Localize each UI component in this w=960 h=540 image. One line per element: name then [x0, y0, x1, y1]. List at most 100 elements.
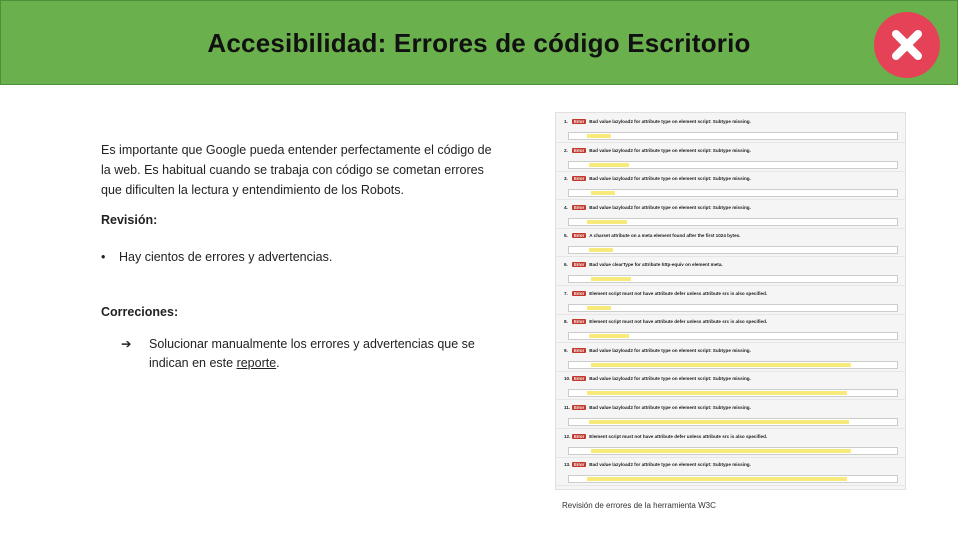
validator-code-extract: [568, 275, 898, 283]
validator-entry-message: 5. Error A charset attribute on a meta ele…: [564, 233, 741, 239]
validator-entry: 11. Error Bad value lazyload2 for attribut…: [556, 405, 905, 431]
validator-code-extract: [568, 389, 898, 398]
arrow-right-icon: ➔: [121, 337, 132, 351]
validator-entry-number: 1.: [564, 119, 568, 124]
validator-code-extract: [568, 217, 898, 226]
validator-code-highlight: [587, 391, 847, 396]
revision-bullet: • Hay cientos de errores y advertencias.: [101, 250, 332, 264]
validator-code-extract: [568, 189, 898, 198]
validator-entry-text: Bad value lazyload2 for attribute type o…: [589, 204, 751, 210]
validator-entry-divider: [556, 485, 905, 487]
validator-code-highlight: [591, 191, 615, 196]
error-badge: Error: [572, 204, 587, 210]
validator-entry-divider: [556, 285, 905, 286]
error-badge: Error: [572, 347, 587, 353]
validator-entry-text: Element script must not have attribute d…: [589, 319, 768, 325]
w3c-validator-screenshot: 1. Error Bad value lazyload2 for attribute…: [555, 112, 906, 490]
validator-entry: 8. Error Element script must not have attr…: [556, 319, 905, 345]
revision-heading: Revisión:: [101, 213, 158, 227]
error-badge: Error: [572, 405, 587, 410]
validator-entry-text: Bad value lazyload2 for attribute type o…: [589, 147, 751, 153]
validator-entry-number: 7.: [564, 290, 568, 296]
validator-entry-message: 9. Error Bad value lazyload2 for attribute…: [564, 347, 751, 353]
validator-entry-message: 1. Error Bad value lazyload2 for attribute…: [564, 119, 751, 124]
validator-entry-number: 5.: [564, 233, 568, 239]
error-badge: Error: [572, 176, 587, 182]
validator-entry: 13. Error Bad value lazyload2 for attribut…: [556, 462, 905, 488]
validator-entry-text: Bad value lazyload2 for attribute type o…: [589, 347, 751, 353]
validator-code-highlight: [587, 305, 611, 310]
validator-entry-divider: [556, 313, 905, 315]
validator-entry-number: 11.: [564, 405, 571, 410]
validator-entry-number: 8.: [564, 319, 568, 325]
validator-entry: 7. Error Element script must not have attr…: [556, 290, 905, 317]
validator-entry-number: 12.: [564, 433, 571, 439]
validator-entry: 1. Error Bad value lazyload2 for attribute…: [556, 119, 905, 145]
validator-code-extract: [568, 418, 898, 426]
validator-code-extract: [568, 246, 898, 255]
validator-entry-message: 4. Error Bad value lazyload2 for attribute…: [564, 204, 751, 210]
validator-entry-divider: [556, 227, 905, 229]
validator-entry-divider: [556, 456, 905, 458]
validator-entry-text: Bad value clearType for attribute http-e…: [589, 262, 723, 267]
page-title: Accesibilidad: Errores de código Escrito…: [207, 28, 751, 58]
error-badge: Error: [572, 119, 587, 124]
bullet-icon: •: [101, 250, 106, 264]
validator-entry-divider: [556, 199, 905, 201]
validator-entry-divider: [556, 170, 905, 172]
corrections-text-after: .: [276, 356, 280, 370]
validator-entry: 10. Error Bad value lazyload2 for attribut…: [556, 376, 905, 402]
validator-code-highlight: [587, 219, 627, 224]
validator-entry: 2. Error Bad value lazyload2 for attribute…: [556, 147, 905, 174]
validator-entry: 5. Error A charset attribute on a meta ele…: [556, 233, 905, 259]
validator-entry-text: Bad value lazyload2 for attribute type o…: [589, 462, 751, 468]
validator-code-highlight: [589, 334, 629, 339]
validator-code-highlight: [587, 134, 611, 138]
validator-entry-number: 9.: [564, 347, 568, 353]
validator-entry-text: Bad value lazyload2 for attribute type o…: [589, 376, 751, 382]
validator-entry-message: 10. Error Bad value lazyload2 for attribut…: [564, 376, 751, 382]
validator-entry-number: 2.: [564, 147, 568, 153]
validator-code-extract: [568, 332, 898, 341]
validator-entry-message: 12. Error Element script must not have att…: [564, 433, 767, 439]
validator-entry-text: A charset attribute on a meta element fo…: [589, 233, 741, 239]
validator-code-extract: [568, 475, 898, 484]
error-badge: Error: [572, 376, 587, 382]
close-icon: [874, 12, 940, 78]
validator-entry-divider: [556, 399, 905, 401]
validator-code-extract: [568, 446, 898, 455]
corrections-heading: Correciones:: [101, 305, 179, 319]
validator-entry-number: 3.: [564, 176, 568, 182]
validator-code-extract: [568, 360, 898, 369]
validator-entry-message: 3. Error Bad value lazyload2 for attribute…: [564, 176, 751, 182]
validator-entry-divider: [556, 256, 905, 258]
validator-entry-text: Bad value lazyload2 for attribute type o…: [589, 176, 751, 182]
validator-entry-number: 6.: [564, 262, 568, 267]
error-badge: Error: [572, 262, 587, 267]
validator-code-highlight: [591, 277, 631, 281]
validator-entry: 9. Error Bad value lazyload2 for attribute…: [556, 347, 905, 374]
title-bar: Accesibilidad: Errores de código Escrito…: [0, 0, 958, 85]
intro-text: Es importante que Google pueda entender …: [101, 143, 492, 197]
screenshot-caption: Revisión de errores de la herramienta W3…: [562, 501, 716, 510]
validator-entry-message: 13. Error Bad value lazyload2 for attribut…: [564, 462, 751, 468]
error-badge: Error: [572, 233, 587, 239]
validator-entry-message: 6. Error Bad value clearType for attribute…: [564, 262, 723, 267]
validator-code-highlight: [591, 448, 851, 453]
error-badge: Error: [572, 290, 587, 296]
validator-entry-divider: [556, 370, 905, 372]
validator-entry: 6. Error Bad value clearType for attribute…: [556, 262, 905, 288]
validator-entry-text: Element script must not have attribute d…: [589, 290, 768, 296]
validator-entry-message: 11. Error Bad value lazyload2 for attribut…: [564, 405, 751, 410]
corrections-text: Solucionar manualmente los errores y adv…: [149, 335, 499, 373]
validator-code-extract: [568, 132, 898, 140]
validator-entry-number: 13.: [564, 462, 571, 468]
validator-code-highlight: [587, 477, 847, 482]
validator-entry-number: 4.: [564, 204, 568, 210]
validator-code-highlight: [589, 420, 849, 424]
close-icon-glyph: [892, 30, 922, 60]
validator-entry: 12. Error Element script must not have att…: [556, 433, 905, 460]
validator-entry-divider: [556, 142, 905, 143]
validator-code-extract: [568, 303, 898, 312]
report-link[interactable]: reporte: [237, 356, 277, 370]
